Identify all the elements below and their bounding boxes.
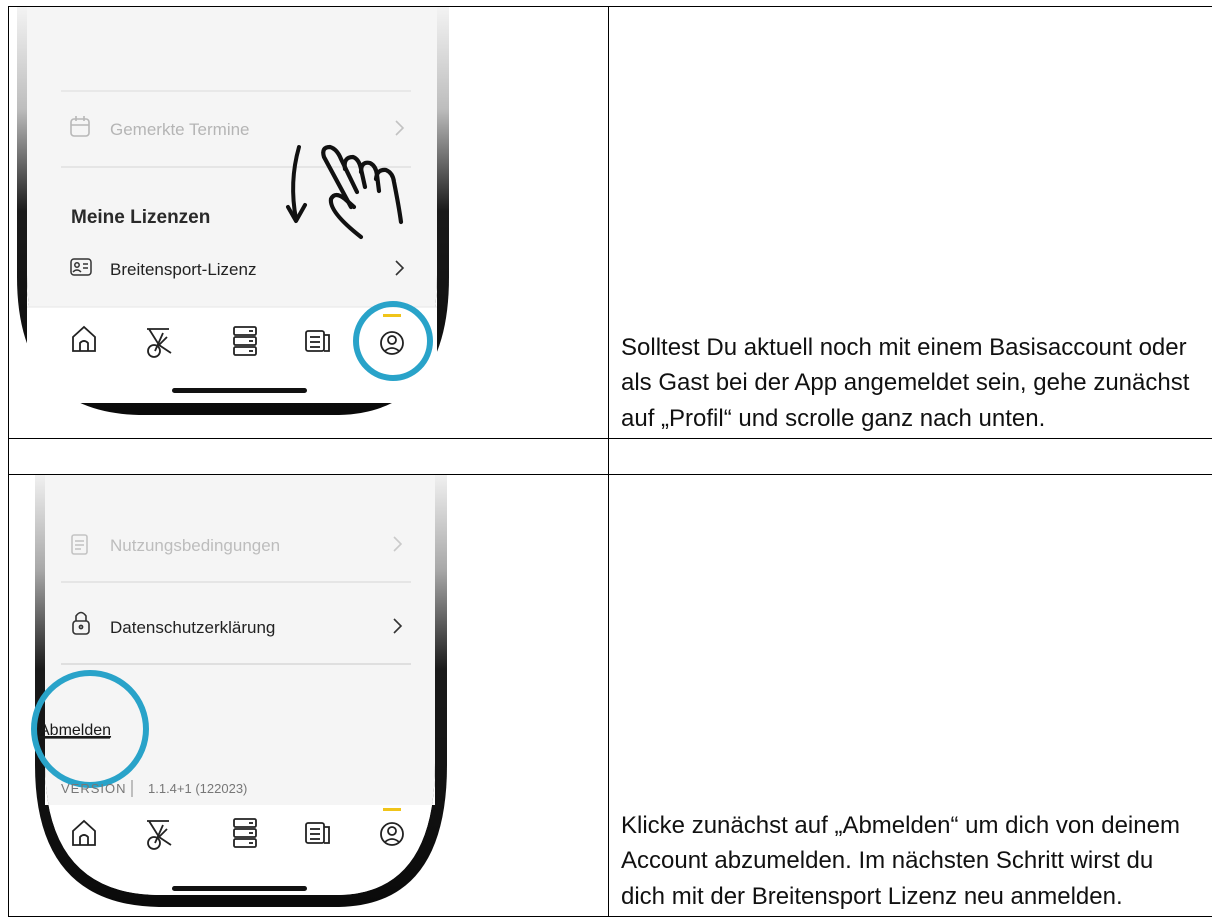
version-label: VERSION [61, 781, 127, 796]
active-tab-indicator [383, 314, 401, 317]
instruction-table: Gemerkte Termine Meine Lizenzen Breitens… [8, 6, 1212, 917]
spacer-cell [9, 439, 609, 475]
step1-instruction: Solltest Du aktuell noch mit einem Basis… [609, 330, 1212, 439]
faded-menu-item: Gemerkte Termine [110, 120, 250, 139]
home-indicator [172, 388, 307, 393]
step2-phone-screenshot: Nutzungsbedingungen Datenschutzerklärung… [9, 475, 609, 917]
privacy-menu-item: Datenschutzerklärung [110, 618, 275, 637]
step1-screenshot-cell: Gemerkte Termine Meine Lizenzen Breitens… [9, 7, 609, 439]
section-title: Meine Lizenzen [71, 207, 210, 228]
step2-screenshot-cell: Nutzungsbedingungen Datenschutzerklärung… [9, 475, 609, 917]
faded-menu-item: Nutzungsbedingungen [110, 536, 280, 555]
step1-phone-screenshot: Gemerkte Termine Meine Lizenzen Breitens… [9, 7, 609, 439]
step1-text-cell: Solltest Du aktuell noch mit einem Basis… [609, 7, 1212, 439]
step2-text-cell: Klicke zunächst auf „Abmelden“ um dich v… [609, 475, 1212, 917]
active-tab-indicator [383, 808, 401, 811]
version-value: 1.1.4+1 (122023) [148, 781, 247, 796]
step2-instruction: Klicke zunächst auf „Abmelden“ um dich v… [609, 808, 1212, 917]
license-menu-item: Breitensport-Lizenz [110, 260, 256, 279]
home-indicator [172, 886, 307, 891]
logout-link[interactable]: Abmelden [39, 722, 111, 739]
spacer-cell [609, 439, 1212, 475]
